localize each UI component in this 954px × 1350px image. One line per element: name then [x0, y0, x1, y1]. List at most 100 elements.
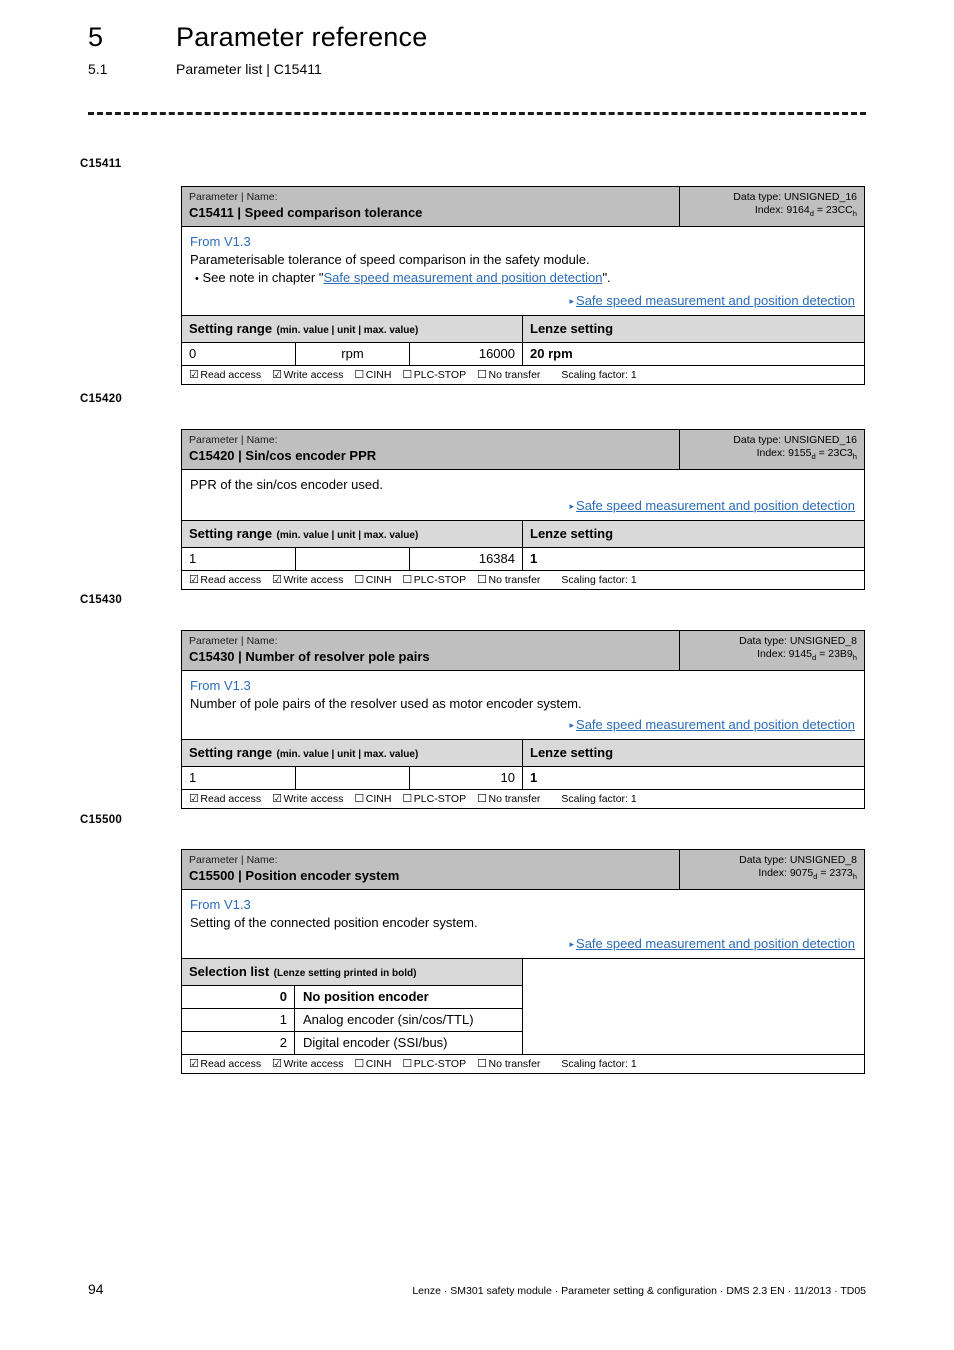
no-transfer-item: ☐ No transfer — [477, 368, 540, 381]
read-access-item: ☑ Read access — [189, 573, 261, 586]
checked-checkbox-icon: ☑ — [272, 793, 282, 805]
cinh-item: ☐ CINH — [354, 1057, 391, 1070]
read-access-label: Read access — [200, 1058, 262, 1070]
lenze-setting-label: Lenze setting — [530, 745, 614, 760]
bullet-suffix: ". — [602, 270, 611, 285]
index-prefix: Index: 9145 — [757, 648, 813, 660]
cinh-item: ☐ CINH — [354, 792, 391, 805]
setting-range-values: 0 rpm 16000 20 rpm — [182, 343, 864, 366]
parameter-header-right: Data type: UNSIGNED_16 Index: 9164d = 23… — [679, 187, 864, 226]
min-value: 0 — [182, 343, 296, 365]
lenze-setting-title-cell: Lenze setting — [523, 316, 864, 342]
bullet-dot: • — [195, 273, 199, 285]
scaling-factor: Scaling factor: 1 — [561, 368, 637, 381]
checked-checkbox-icon: ☑ — [189, 1058, 199, 1070]
min-value: 1 — [182, 767, 296, 789]
lenze-setting-value: 20 rpm — [530, 346, 573, 361]
no-transfer-label: No transfer — [488, 369, 541, 381]
index-hex-part: = 23CC — [813, 204, 853, 216]
unit-value — [296, 767, 410, 789]
triangle-right-icon: ▸ — [569, 500, 575, 511]
write-access-item: ☑ Write access — [272, 792, 343, 805]
setting-range-hint: (min. value | unit | max. value) — [276, 530, 419, 541]
description-text: Number of pole pairs of the resolver use… — [190, 696, 582, 711]
index-hex-subscript: h — [852, 451, 857, 461]
access-rights-row: ☑ Read access ☑ Write access ☐ CINH ☐ PLC-ST… — [182, 366, 864, 384]
crossref-link[interactable]: Safe speed measurement and position dete… — [576, 498, 855, 513]
setting-range-header: Setting range (min. value | unit | max. … — [182, 521, 864, 548]
setting-range-title-cell: Setting range (min. value | unit | max. … — [182, 740, 523, 766]
selection-list-table: Selection list (Lenze setting printed in… — [182, 959, 523, 1054]
margin-label-c15420: C15420 — [80, 393, 123, 405]
page-title: Parameter reference — [176, 22, 428, 52]
index-decimal-subscript: d — [811, 451, 816, 461]
unit-value — [296, 548, 410, 570]
selection-code: 0 — [182, 986, 295, 1008]
version-note: From V1.3 — [190, 897, 251, 912]
read-access-label: Read access — [200, 793, 262, 805]
crossref-link[interactable]: Safe speed measurement and position dete… — [576, 936, 855, 951]
plc-stop-label: PLC-STOP — [413, 574, 467, 586]
parameter-name-label: Parameter | Name: — [189, 191, 278, 203]
unchecked-checkbox-icon: ☐ — [402, 793, 413, 805]
description-text: Setting of the connected position encode… — [190, 915, 478, 930]
parameter-table-c15430: Parameter | Name: C15430 | Number of res… — [181, 630, 865, 809]
parameter-title: C15420 | Sin/cos encoder PPR — [189, 448, 377, 463]
plc-stop-item: ☐ PLC-STOP — [402, 792, 466, 805]
selection-list-item[interactable]: 2 Digital encoder (SSI/bus) — [182, 1032, 522, 1054]
setting-range-label: Setting range — [189, 745, 273, 760]
scaling-factor: Scaling factor: 1 — [561, 1057, 637, 1070]
index-hex-part: = 2373 — [817, 867, 853, 879]
parameter-header: Parameter | Name: C15430 | Number of res… — [182, 631, 864, 671]
selection-list-item[interactable]: 1 Analog encoder (sin/cos/TTL) — [182, 1009, 522, 1032]
parameter-name-label: Parameter | Name: — [189, 635, 278, 647]
parameter-header: Parameter | Name: C15420 | Sin/cos encod… — [182, 430, 864, 470]
description-text: PPR of the sin/cos encoder used. — [190, 477, 383, 492]
crossref-link[interactable]: Safe speed measurement and position dete… — [576, 293, 855, 308]
scaling-factor: Scaling factor: 1 — [561, 792, 637, 805]
parameter-header-right: Data type: UNSIGNED_8 Index: 9145d = 23B… — [679, 631, 864, 670]
description-text: Parameterisable tolerance of speed compa… — [190, 252, 590, 267]
crossref-link[interactable]: Safe speed measurement and position dete… — [576, 717, 855, 732]
selection-code: 2 — [182, 1032, 295, 1054]
section-title: Parameter list | C15411 — [176, 61, 322, 77]
setting-range-header: Setting range (min. value | unit | max. … — [182, 740, 864, 767]
parameter-header-left: Parameter | Name: C15430 | Number of res… — [182, 631, 679, 670]
read-access-label: Read access — [200, 574, 262, 586]
parameter-header: Parameter | Name: C15500 | Position enco… — [182, 850, 864, 890]
selection-list-item[interactable]: 0 No position encoder — [182, 986, 522, 1009]
index-decimal-subscript: d — [812, 652, 817, 662]
parameter-name-label: Parameter | Name: — [189, 434, 278, 446]
max-value: 10 — [410, 767, 523, 789]
setting-range-title-cell: Setting range (min. value | unit | max. … — [182, 316, 523, 342]
cinh-label: CINH — [365, 793, 392, 805]
parameter-description: PPR of the sin/cos encoder used. ▸ Safe s… — [182, 470, 864, 521]
parameter-table-c15411: Parameter | Name: C15411 | Speed compari… — [181, 186, 865, 385]
checked-checkbox-icon: ☑ — [272, 369, 282, 381]
setting-range-label: Setting range — [189, 321, 273, 336]
header-divider — [88, 112, 866, 115]
min-value: 1 — [182, 548, 296, 570]
parameter-header-left: Parameter | Name: C15411 | Speed compari… — [182, 187, 679, 226]
inline-crossref-link[interactable]: Safe speed measurement and position dete… — [323, 270, 602, 285]
parameter-header: Parameter | Name: C15411 | Speed compari… — [182, 187, 864, 227]
section-heading-row: 5.1 Parameter list | C15411 — [88, 61, 878, 77]
parameter-description: From V1.3 Setting of the connected posit… — [182, 890, 864, 959]
checked-checkbox-icon: ☑ — [272, 574, 282, 586]
write-access-label: Write access — [283, 1058, 344, 1070]
lenze-setting-title-cell: Lenze setting — [523, 740, 864, 766]
index-value: Index: 9164d = 23CCh — [687, 204, 857, 217]
no-transfer-item: ☐ No transfer — [477, 792, 540, 805]
index-prefix: Index: 9075 — [758, 867, 814, 879]
checked-checkbox-icon: ☑ — [189, 369, 199, 381]
access-rights-row: ☑ Read access ☑ Write access ☐ CINH ☐ PLC-ST… — [182, 790, 864, 808]
setting-range-title-cell: Setting range (min. value | unit | max. … — [182, 521, 523, 547]
version-note: From V1.3 — [190, 678, 251, 693]
parameter-table-c15500: Parameter | Name: C15500 | Position enco… — [181, 849, 865, 1074]
setting-range-hint: (min. value | unit | max. value) — [276, 749, 419, 760]
version-note: From V1.3 — [190, 234, 251, 249]
selection-text: Analog encoder (sin/cos/TTL) — [303, 1012, 474, 1027]
page-number: 94 — [88, 1281, 104, 1297]
max-value: 16384 — [410, 548, 523, 570]
parameter-table-c15420: Parameter | Name: C15420 | Sin/cos encod… — [181, 429, 865, 590]
